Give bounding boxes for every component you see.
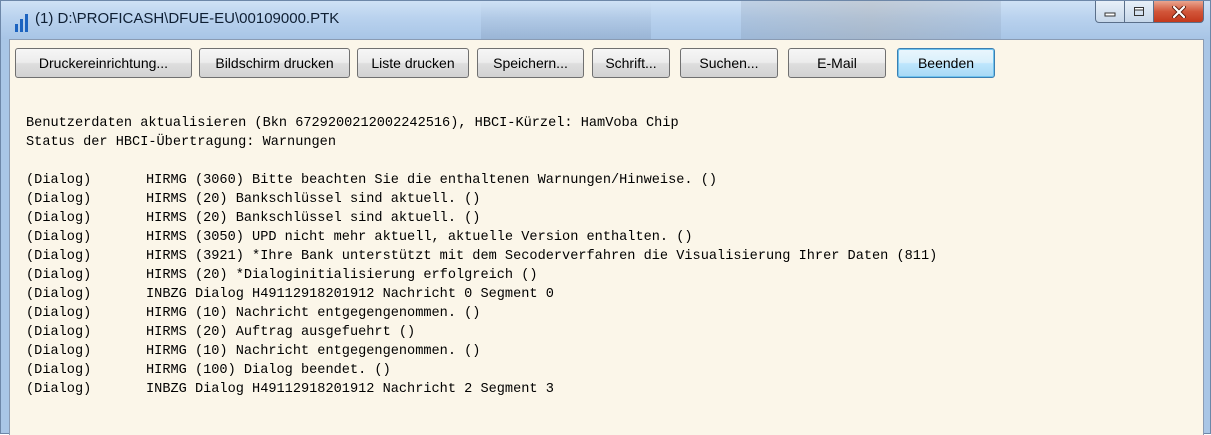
print-screen-button[interactable]: Bildschirm drucken [199, 48, 350, 78]
protocol-window: (1) D:\PROFICASH\DFUE-EU\00109000.PTK Dr… [0, 0, 1211, 435]
maximize-button[interactable] [1125, 1, 1154, 23]
exit-button[interactable]: Beenden [897, 48, 995, 78]
log-header-line: Benutzerdaten aktualisieren (Bkn 6729200… [26, 116, 679, 131]
log-entry: (Dialog) HIRMG (10) Nachricht entgegengen… [26, 306, 481, 321]
printer-setup-button[interactable]: Druckereinrichtung... [15, 48, 192, 78]
minimize-icon [1104, 12, 1116, 16]
email-button[interactable]: E-Mail [788, 48, 886, 78]
minimize-button[interactable] [1095, 1, 1125, 23]
log-entry: (Dialog) HIRMS (20) Bankschlüssel sind ak… [26, 211, 481, 226]
window-title: (1) D:\PROFICASH\DFUE-EU\00109000.PTK [35, 10, 340, 27]
log-entry: (Dialog) INBZG Dialog H49112918201912 Nac… [26, 287, 554, 302]
log-entry: (Dialog) HIRMS (20) Bankschlüssel sind ak… [26, 192, 481, 207]
log-entry: (Dialog) HIRMS (20) Auftrag ausgefuehrt (… [26, 325, 416, 340]
search-button[interactable]: Suchen... [680, 48, 778, 78]
log-entry: (Dialog) HIRMS (3050) UPD nicht mehr aktu… [26, 230, 693, 245]
title-bar[interactable]: (1) D:\PROFICASH\DFUE-EU\00109000.PTK [1, 1, 1210, 39]
log-entry: (Dialog) HIRMS (3921) *Ihre Bank unterstü… [26, 249, 938, 264]
log-entry: (Dialog) HIRMS (20) *Dialoginitialisierun… [26, 268, 538, 283]
maximize-icon [1134, 7, 1144, 16]
save-button[interactable]: Speichern... [477, 48, 584, 78]
log-entry: (Dialog) HIRMG (100) Dialog beendet. () [26, 363, 391, 378]
client-area: Druckereinrichtung... Bildschirm drucken… [9, 39, 1204, 435]
log-entry: (Dialog) INBZG Dialog H49112918201912 Nac… [26, 382, 554, 397]
print-list-button[interactable]: Liste drucken [357, 48, 469, 78]
log-status-line: Status der HBCI-Übertragung: Warnungen [26, 135, 336, 150]
caption-buttons [1095, 1, 1204, 25]
close-icon [1171, 5, 1186, 18]
protocol-log: Benutzerdaten aktualisieren (Bkn 6729200… [26, 114, 1203, 399]
close-button[interactable] [1154, 1, 1204, 23]
log-entry: (Dialog) HIRMG (3060) Bitte beachten Sie … [26, 173, 718, 188]
font-button[interactable]: Schrift... [592, 48, 670, 78]
log-entry: (Dialog) HIRMG (10) Nachricht entgegengen… [26, 344, 481, 359]
app-icon [15, 14, 29, 32]
